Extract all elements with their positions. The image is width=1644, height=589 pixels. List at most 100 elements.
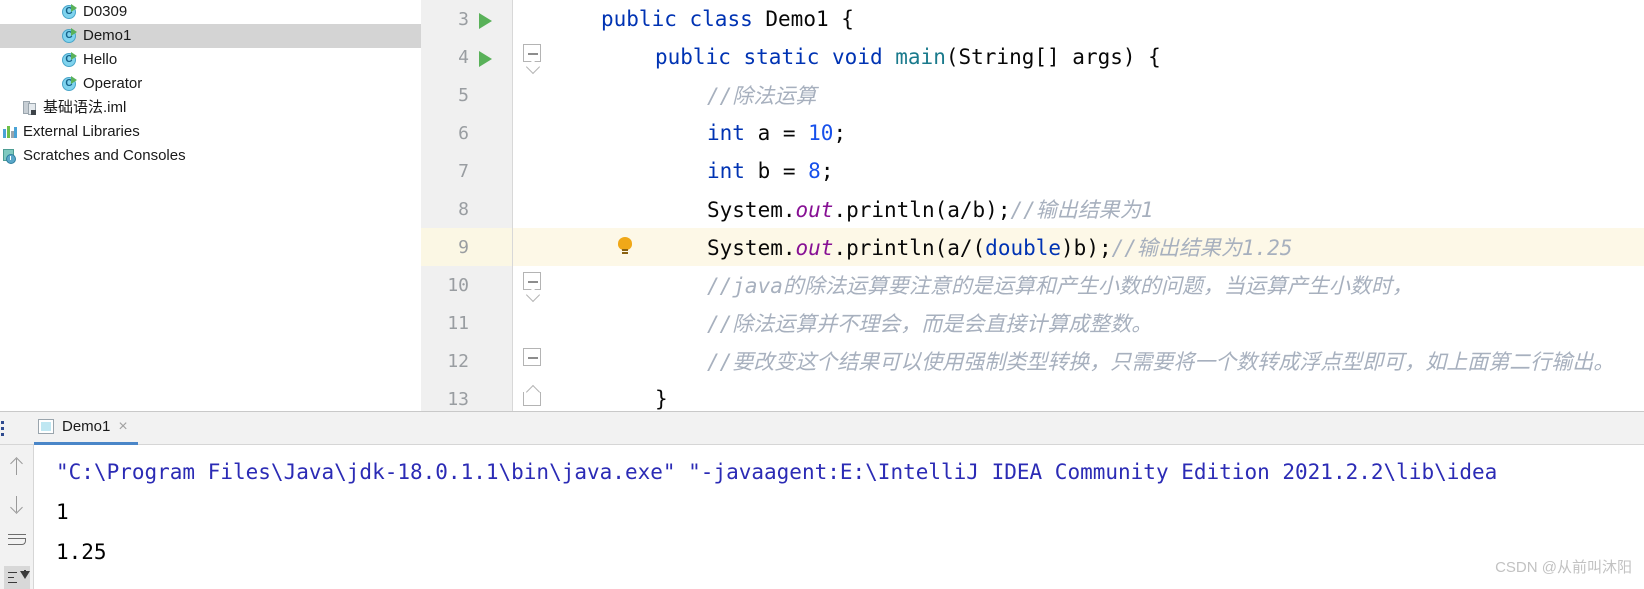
- fold-column[interactable]: [512, 190, 601, 228]
- token-out-field: out: [795, 236, 834, 260]
- line-number: 9: [458, 236, 469, 258]
- token-number: 10: [808, 121, 834, 145]
- fold-collapse-icon[interactable]: [523, 348, 541, 366]
- fold-column[interactable]: [512, 304, 601, 342]
- fold-column[interactable]: [512, 0, 601, 38]
- token-system: System.: [707, 236, 796, 260]
- code-editor[interactable]: 3 public class Demo1 { 4 public static v…: [421, 0, 1644, 411]
- fold-column[interactable]: [512, 152, 601, 190]
- scroll-to-end-icon: [7, 569, 30, 586]
- console-line-value: 1: [56, 500, 69, 524]
- soft-wrap-button[interactable]: [4, 529, 30, 552]
- editor-gutter[interactable]: 3: [421, 0, 512, 38]
- line-number: 3: [458, 8, 469, 30]
- editor-gutter[interactable]: 13: [421, 380, 512, 411]
- line-number: 12: [447, 350, 469, 372]
- java-class-icon: C: [62, 52, 78, 68]
- drag-handle-icon[interactable]: [1, 421, 4, 436]
- token-println-post: )b);: [1061, 236, 1112, 260]
- line-number: 13: [447, 388, 469, 410]
- tree-item-external-libraries[interactable]: External Libraries: [0, 120, 421, 144]
- editor-gutter[interactable]: 8: [421, 190, 512, 228]
- console-tab-bar: Demo1 ×: [0, 412, 1644, 445]
- project-tree-panel: C D0309 C Demo1 C Hello C Operator 基础语法.…: [0, 0, 421, 411]
- code-line: 3 public class Demo1 {: [421, 0, 1644, 38]
- tree-item-label: Scratches and Consoles: [23, 147, 186, 164]
- editor-gutter[interactable]: 9: [421, 228, 512, 266]
- tree-item-label: D0309: [83, 3, 128, 20]
- code-line: 7 int b = 8;: [421, 152, 1644, 190]
- tree-item-iml-file[interactable]: 基础语法.iml: [0, 96, 421, 120]
- fold-collapse-icon[interactable]: [523, 272, 541, 290]
- run-class-icon[interactable]: [479, 13, 492, 29]
- token-out-field: out: [795, 198, 834, 222]
- code-text: public static void main(String[] args) {: [601, 45, 1644, 69]
- editor-gutter[interactable]: 12: [421, 342, 512, 380]
- code-text: //除法运算并不理会，而是会直接计算成整数。: [601, 308, 1644, 338]
- code-line: 5 //除法运算: [421, 76, 1644, 114]
- code-text: }: [601, 387, 1644, 411]
- code-text: //除法运算: [601, 80, 1644, 110]
- token-semicolon: ;: [833, 121, 847, 145]
- fold-collapse-icon[interactable]: [523, 44, 541, 62]
- console-tab-label: Demo1: [62, 418, 111, 435]
- fold-column[interactable]: [512, 380, 601, 411]
- line-number: 5: [458, 84, 469, 106]
- fold-column[interactable]: [512, 228, 632, 266]
- java-class-icon: C: [62, 4, 78, 20]
- code-line-active: 9 System.out.println(a/(double)b);//输出结果…: [421, 228, 1644, 266]
- run-method-icon[interactable]: [479, 51, 492, 67]
- tree-item-label: Demo1: [83, 27, 132, 44]
- code-line: 8 System.out.println(a/b);//输出结果为1: [421, 190, 1644, 228]
- arrow-up-icon: [10, 458, 24, 476]
- tree-item-demo1[interactable]: C Demo1: [0, 24, 421, 48]
- token-brace: {: [841, 7, 854, 31]
- tree-item-label: External Libraries: [23, 123, 140, 140]
- token-classname: Demo1: [765, 7, 829, 31]
- console-output[interactable]: "C:\Program Files\Java\jdk-18.0.1.1\bin\…: [35, 445, 1644, 589]
- token-number: 8: [808, 159, 821, 183]
- tree-item-operator[interactable]: C Operator: [0, 72, 421, 96]
- run-console-panel: Demo1 × "C:\Program Files\Java\jdk-18.0.…: [0, 411, 1644, 589]
- scroll-down-button[interactable]: [4, 492, 30, 515]
- code-text: int a = 10;: [601, 121, 1644, 145]
- code-line: 4 public static void main(String[] args)…: [421, 38, 1644, 76]
- close-icon[interactable]: ×: [118, 418, 127, 435]
- fold-column[interactable]: [512, 114, 601, 152]
- token-args: args: [1059, 45, 1123, 69]
- token-class: class: [689, 7, 753, 31]
- token-string-type: String: [958, 45, 1035, 69]
- console-tab-demo1[interactable]: Demo1 ×: [34, 412, 138, 445]
- fold-column[interactable]: [512, 342, 601, 380]
- token-main: main: [895, 45, 946, 69]
- watermark: CSDN @从前叫沐阳: [1495, 559, 1632, 576]
- code-line: 10 //java的除法运算要注意的是运算和产生小数的问题，当运算产生小数时，: [421, 266, 1644, 304]
- scroll-up-button[interactable]: [4, 455, 30, 478]
- token-double: double: [985, 236, 1062, 260]
- tree-item-scratches-and-consoles[interactable]: Scratches and Consoles: [0, 144, 421, 168]
- tree-item-label: Hello: [83, 51, 118, 68]
- fold-column[interactable]: [512, 38, 601, 76]
- token-paren: (: [945, 45, 959, 69]
- scroll-to-end-button[interactable]: [3, 566, 30, 589]
- editor-gutter[interactable]: 11: [421, 304, 512, 342]
- editor-gutter[interactable]: 6: [421, 114, 512, 152]
- editor-gutter[interactable]: 10: [421, 266, 512, 304]
- editor-gutter[interactable]: 4: [421, 38, 512, 76]
- soft-wrap-icon: [7, 533, 26, 549]
- fold-end-icon[interactable]: [523, 392, 541, 406]
- fold-column[interactable]: [512, 76, 601, 114]
- java-class-icon: C: [62, 28, 78, 44]
- editor-gutter[interactable]: 5: [421, 76, 512, 114]
- token-println-pre: .println(a/(: [833, 236, 986, 260]
- line-number: 4: [458, 46, 469, 68]
- tree-item-hello[interactable]: C Hello: [0, 48, 421, 72]
- fold-column[interactable]: [512, 266, 601, 304]
- tree-item-d0309[interactable]: C D0309: [0, 0, 421, 24]
- editor-gutter[interactable]: 7: [421, 152, 512, 190]
- token-tail: ) {: [1122, 45, 1161, 69]
- java-class-icon: C: [62, 76, 78, 92]
- intention-bulb-icon[interactable]: [618, 237, 632, 254]
- console-line-command: "C:\Program Files\Java\jdk-18.0.1.1\bin\…: [56, 460, 1498, 484]
- token-brackets: []: [1034, 45, 1060, 69]
